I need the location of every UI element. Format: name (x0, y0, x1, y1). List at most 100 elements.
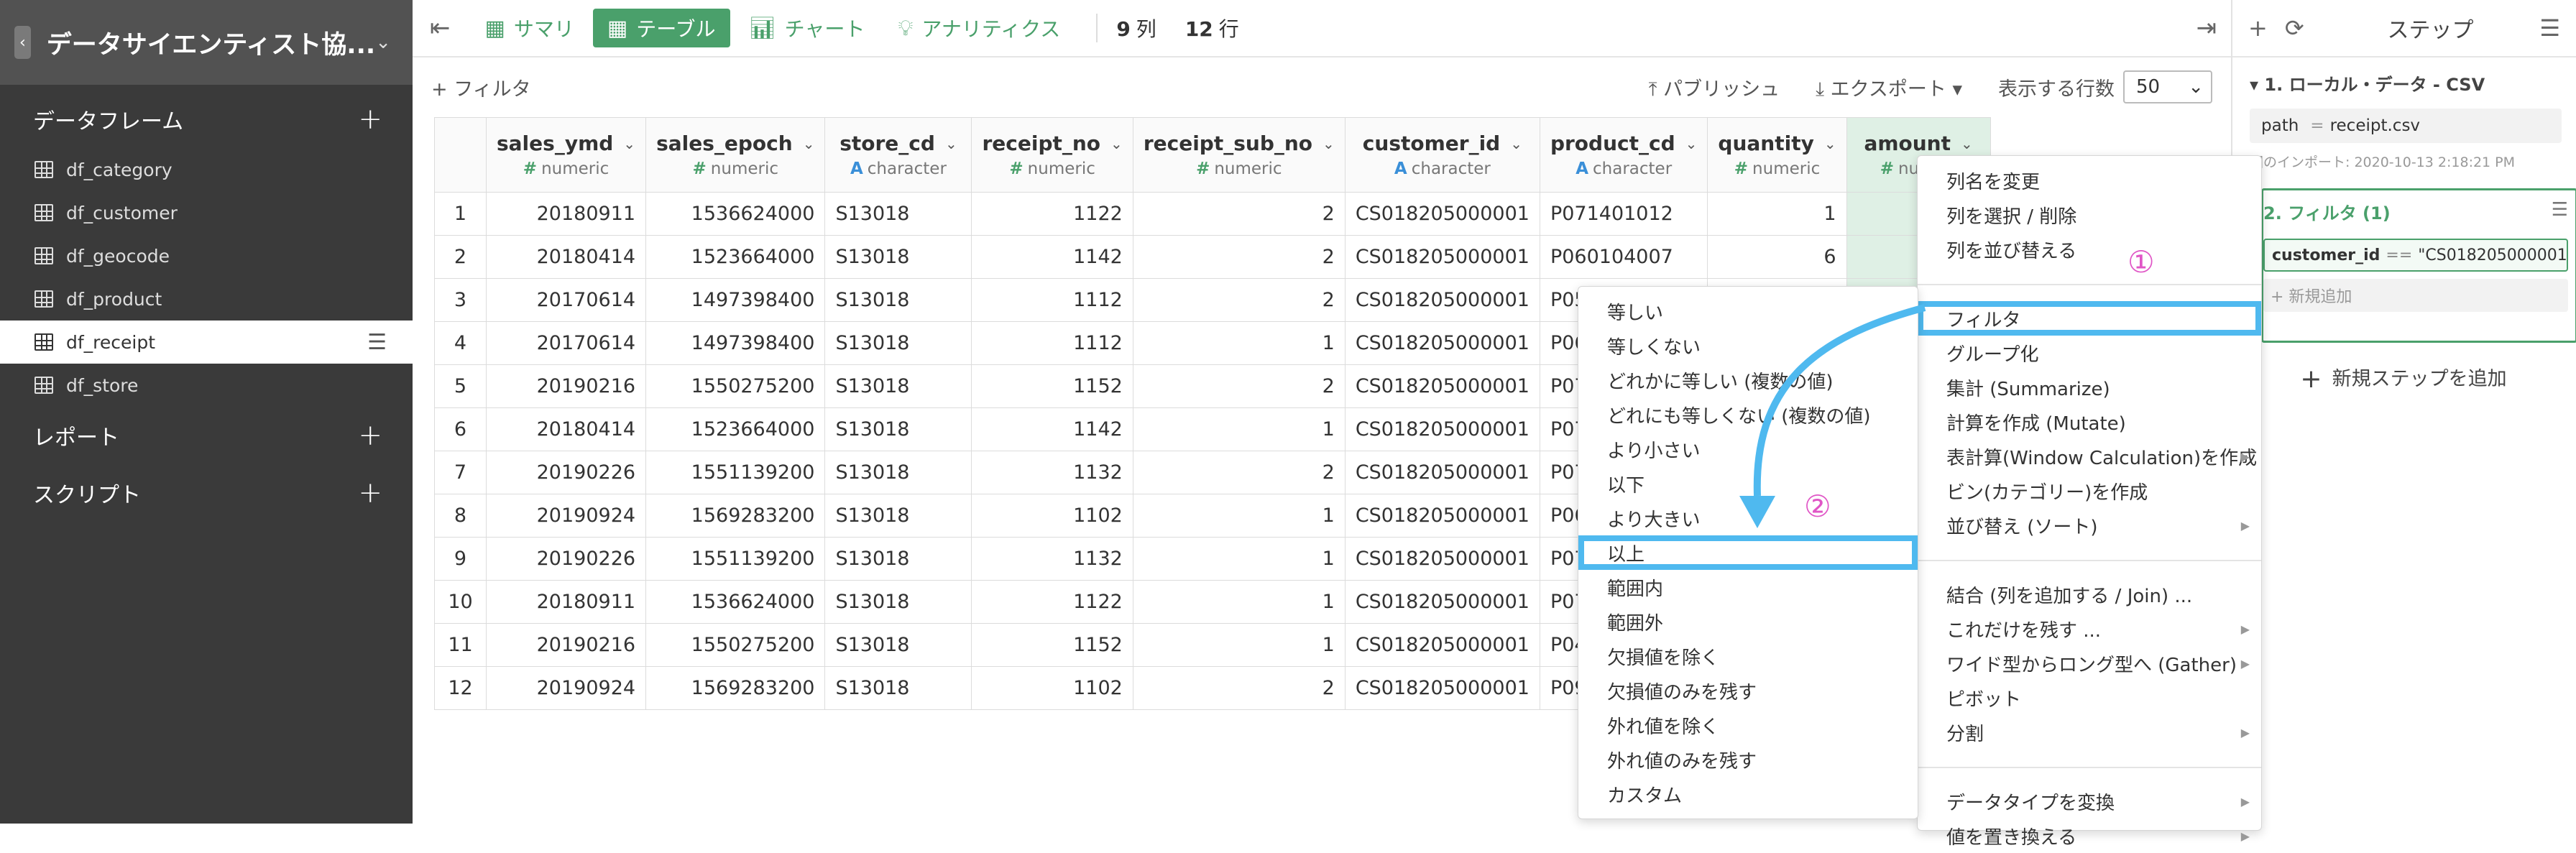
table-cell[interactable]: 20190216 (485, 364, 647, 408)
hamburger-icon[interactable]: ☰ (2552, 199, 2568, 224)
collapse-right-icon[interactable]: ⇥ (2196, 14, 2217, 42)
menu-item[interactable]: 列名を変更 (1918, 163, 2261, 198)
chevron-down-icon[interactable]: ⌄ (1824, 135, 1836, 152)
table-cell[interactable]: 1 (1132, 407, 1346, 451)
table-cell[interactable]: S13018 (824, 235, 972, 279)
filter-option[interactable]: カスタム (1578, 777, 1918, 811)
filter-option[interactable]: 以上 (1578, 535, 1918, 570)
table-cell[interactable]: 1551139200 (645, 451, 826, 494)
table-cell[interactable]: 1132 (971, 537, 1133, 581)
table-cell[interactable]: 1102 (971, 494, 1133, 538)
tab-summary[interactable]: ▦ サマリ (471, 9, 589, 47)
menu-item[interactable]: ビン(カテゴリー)を作成 (1918, 474, 2261, 508)
column-header-customer_id[interactable]: customer_id ⌄ Acharacter (1344, 117, 1540, 193)
step-filter[interactable]: 2. フィルタ (1) ☰ customer_id == "CS01820500000… (2261, 188, 2576, 343)
step-local-data[interactable]: ▾ 1. ローカル・データ - CSV path = receipt.csv 回のイ… (2232, 57, 2576, 171)
tab-table[interactable]: ▦ テーブル (592, 9, 730, 47)
table-cell[interactable]: 20170614 (485, 278, 647, 322)
table-cell[interactable]: 20190924 (485, 666, 647, 710)
table-cell[interactable]: CS018205000001 (1344, 451, 1540, 494)
table-cell[interactable]: CS018205000001 (1344, 321, 1540, 365)
table-cell[interactable]: 1550275200 (645, 364, 826, 408)
table-cell[interactable]: S13018 (824, 537, 972, 581)
table-cell[interactable]: 2 (1132, 666, 1346, 710)
menu-item[interactable]: 列を選択 / 削除 (1918, 198, 2261, 232)
refresh-icon[interactable]: ⟳ (2285, 14, 2304, 42)
table-cell[interactable]: 1122 (971, 192, 1133, 236)
table-cell[interactable]: 20190226 (485, 537, 647, 581)
add-script-icon[interactable]: + (358, 476, 382, 510)
table-cell[interactable]: 2 (1132, 235, 1346, 279)
table-cell[interactable]: 1523664000 (645, 235, 826, 279)
table-cell[interactable]: CS018205000001 (1344, 407, 1540, 451)
chevron-down-icon[interactable]: ⌄ (945, 135, 957, 152)
add-report-icon[interactable]: + (358, 419, 382, 452)
menu-item[interactable]: 結合 (列を追加する / Join) ... (1918, 577, 2261, 612)
filter-option[interactable]: 欠損値のみを残す (1578, 673, 1918, 708)
menu-item[interactable]: 表計算(Window Calculation)を作成 ▶ (1918, 439, 2261, 474)
table-cell[interactable]: 20190924 (485, 494, 647, 538)
table-cell[interactable]: 1112 (971, 321, 1133, 365)
table-cell[interactable]: CS018205000001 (1344, 494, 1540, 538)
table-cell[interactable]: 2 (1132, 451, 1346, 494)
menu-item[interactable]: ピボット (1918, 681, 2261, 715)
table-cell[interactable]: CS018205000001 (1344, 666, 1540, 710)
filter-option[interactable]: 以下 (1578, 466, 1918, 501)
column-header-sales_ymd[interactable]: sales_ymd ⌄ # numeric (485, 117, 647, 193)
table-cell[interactable]: 1 (1132, 623, 1346, 667)
table-cell[interactable]: S13018 (824, 407, 972, 451)
menu-item[interactable]: グループ化 (1918, 336, 2261, 370)
table-cell[interactable]: 1536624000 (645, 580, 826, 624)
table-cell[interactable]: 1523664000 (645, 407, 826, 451)
table-cell[interactable]: 1112 (971, 278, 1133, 322)
sidebar-item-df_store[interactable]: df_store (0, 364, 413, 407)
publish-button[interactable]: ⤒ パブリッシュ (1649, 73, 1780, 101)
add-condition-button[interactable]: + 新規追加 (2263, 279, 2568, 312)
table-cell[interactable]: 20180414 (485, 235, 647, 279)
table-cell[interactable]: 2 (1132, 278, 1346, 322)
table-cell[interactable]: S13018 (824, 321, 972, 365)
column-header-receipt_no[interactable]: receipt_no ⌄ # numeric (971, 117, 1133, 193)
filter-option[interactable]: 外れ値を除く (1578, 708, 1918, 742)
table-cell[interactable]: 2 (1132, 364, 1346, 408)
chevron-down-icon[interactable]: ⌄ (1110, 135, 1123, 152)
table-cell[interactable]: CS018205000001 (1344, 580, 1540, 624)
settings-sliders-icon[interactable]: ☰ (2539, 14, 2560, 42)
table-cell[interactable]: 1142 (971, 407, 1133, 451)
table-cell[interactable]: CS018205000001 (1344, 278, 1540, 322)
menu-item[interactable]: データタイプを変換 ▶ (1918, 784, 2261, 819)
sidebar-item-df_geocode[interactable]: df_geocode (0, 234, 413, 277)
plus-icon[interactable]: + (2248, 14, 2268, 42)
table-cell[interactable]: S13018 (824, 192, 972, 236)
table-cell[interactable]: S13018 (824, 451, 972, 494)
table-cell[interactable]: 6 (1707, 235, 1847, 279)
table-cell[interactable]: CS018205000001 (1344, 364, 1540, 408)
table-cell[interactable]: 1 (1132, 537, 1346, 581)
table-cell[interactable]: 1569283200 (645, 666, 826, 710)
sidebar-item-df_product[interactable]: df_product (0, 277, 413, 321)
column-header-receipt_sub_no[interactable]: receipt_sub_no ⌄ # numeric (1132, 117, 1346, 193)
table-cell[interactable]: 2 (1132, 192, 1346, 236)
filter-option[interactable]: 欠損値を除く (1578, 639, 1918, 673)
sidebar-item-df_receipt[interactable]: df_receipt ☰ (0, 321, 413, 364)
table-cell[interactable]: S13018 (824, 364, 972, 408)
filter-option[interactable]: 等しくない (1578, 328, 1918, 363)
table-cell[interactable]: S13018 (824, 580, 972, 624)
table-cell[interactable]: S13018 (824, 666, 972, 710)
menu-item[interactable]: 集計 (Summarize) (1918, 370, 2261, 405)
table-cell[interactable]: 20170614 (485, 321, 647, 365)
chevron-down-icon[interactable]: ⌄ (623, 135, 635, 152)
table-cell[interactable]: CS018205000001 (1344, 623, 1540, 667)
column-header-product_cd[interactable]: product_cd ⌄ Acharacter (1539, 117, 1708, 193)
menu-item[interactable]: 分割 ▶ (1918, 715, 2261, 750)
table-cell[interactable]: 1 (1132, 494, 1346, 538)
column-header-sales_epoch[interactable]: sales_epoch ⌄ # numeric (645, 117, 826, 193)
table-cell[interactable]: CS018205000001 (1344, 192, 1540, 236)
table-cell[interactable]: 1497398400 (645, 321, 826, 365)
table-cell[interactable]: S13018 (824, 494, 972, 538)
menu-item[interactable]: 並び替え (ソート) ▶ (1918, 508, 2261, 543)
chevron-down-icon[interactable]: ⌄ (803, 135, 815, 152)
chevron-down-icon[interactable]: ⌄ (375, 32, 391, 53)
table-cell[interactable]: CS018205000001 (1344, 235, 1540, 279)
table-cell[interactable]: 1122 (971, 580, 1133, 624)
